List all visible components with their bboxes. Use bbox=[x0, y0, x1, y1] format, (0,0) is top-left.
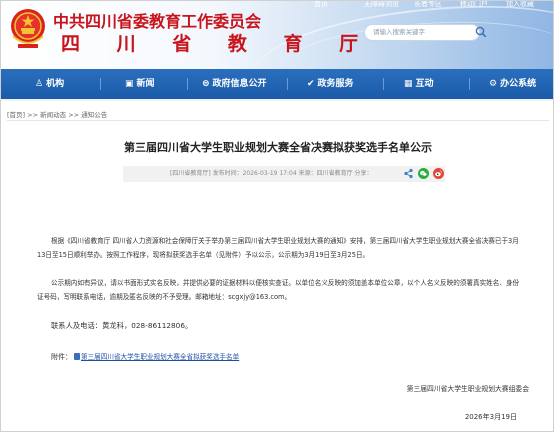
top-link-home[interactable]: 首页 bbox=[314, 1, 328, 9]
breadcrumb-notice[interactable]: 通知公告 bbox=[81, 111, 107, 119]
nav-item-label: 互动 bbox=[415, 79, 434, 89]
article-meta: [四川省教育厅] 发布时间：2026-03-19 17:04 来源：四川省教育厅… bbox=[170, 170, 373, 177]
institution-icon: ♙ bbox=[35, 79, 44, 89]
nav-item-label: 机构 bbox=[46, 79, 65, 89]
office-system-icon: ⚙ bbox=[489, 79, 498, 89]
article-title: 第三届四川省大学生职业规划大赛全省决赛拟获奖选手名单公示 bbox=[124, 141, 432, 154]
share-icon[interactable] bbox=[403, 168, 414, 179]
government-info-icon: ⊜ bbox=[202, 79, 210, 89]
wechat-icon[interactable] bbox=[418, 168, 429, 179]
nav-divider-bar bbox=[1, 99, 553, 101]
article-paragraph: 根据《四川省教育厅 四川省人力资源和社会保障厅关于举办第三届四川省大学生职业规划… bbox=[37, 237, 519, 259]
nav-divider bbox=[100, 78, 101, 90]
search-input[interactable]: 请输入搜索关键字 bbox=[364, 24, 480, 41]
weibo-icon[interactable] bbox=[433, 168, 444, 179]
nav-item-label: 新闻 bbox=[136, 79, 155, 89]
nav-item-institution[interactable]: ♙ 机构 bbox=[35, 69, 64, 99]
breadcrumb-separator: >> bbox=[27, 111, 39, 119]
breadcrumb: [首页] >> 新闻动态 >> 通知公告 bbox=[7, 109, 107, 119]
search-button[interactable] bbox=[471, 24, 491, 41]
nav-item-label: 办公系统 bbox=[500, 79, 537, 89]
breadcrumb-separator: >> bbox=[68, 111, 80, 119]
nav-divider bbox=[187, 78, 188, 90]
breadcrumb-home[interactable]: [首页] bbox=[7, 111, 25, 119]
nav-divider bbox=[383, 78, 384, 90]
top-link-favorite[interactable]: 加入收藏 bbox=[506, 1, 534, 9]
nav-item-label: 政务服务 bbox=[317, 79, 354, 89]
nav-divider bbox=[287, 78, 288, 90]
top-link-mobile[interactable]: 移动门户 bbox=[460, 1, 488, 9]
news-icon: ▣ bbox=[125, 79, 134, 89]
document-icon bbox=[74, 353, 80, 360]
article-paragraph: 公示期内如有异议，请以书面形式实名反映，并提供必要的证据材料以便核实查证。以单位… bbox=[37, 279, 520, 301]
nav-item-service[interactable]: ✔ 政务服务 bbox=[307, 69, 354, 99]
nav-divider bbox=[469, 78, 470, 90]
article-meta-bar: [四川省教育厅] 发布时间：2026-03-19 17:04 来源：四川省教育厅… bbox=[123, 166, 445, 182]
search-icon bbox=[475, 26, 487, 38]
breadcrumb-news[interactable]: 新闻动态 bbox=[40, 111, 66, 119]
site-subname: 四 川 省 教 育 厅 bbox=[61, 33, 374, 55]
top-link-elder[interactable]: 长者专区 bbox=[414, 1, 442, 9]
interaction-icon: ▦ bbox=[404, 79, 413, 89]
nav-item-news[interactable]: ▣ 新闻 bbox=[125, 69, 155, 99]
article-date: 2026年3月19日 bbox=[464, 413, 517, 421]
attachment: 附件： 第三届四川省大学生职业规划大赛全省拟获奖选手名单 bbox=[51, 351, 239, 362]
browser-page: 中共四川省委教育工作委员会 四 川 省 教 育 厅 首页 无障碍浏览 长者专区 … bbox=[0, 0, 554, 432]
article-signature: 第三届四川省大学生职业规划大赛组委会 bbox=[406, 385, 529, 393]
breadcrumb-divider bbox=[7, 120, 549, 121]
service-icon: ✔ bbox=[307, 79, 315, 89]
top-link-accessibility[interactable]: 无障碍浏览 bbox=[364, 1, 399, 9]
nav-item-office-system[interactable]: ⚙ 办公系统 bbox=[489, 69, 536, 99]
main-nav: ♙ 机构 ▣ 新闻 ⊜ 政府信息公开 ✔ 政务服务 ▦ 互动 ⚙ 办公系统 bbox=[1, 69, 553, 99]
contact-info: 联系人及电话：黄龙科，028-86112806。 bbox=[51, 321, 193, 330]
header-banner: 中共四川省委教育工作委员会 四 川 省 教 育 厅 首页 无障碍浏览 长者专区 … bbox=[1, 1, 553, 69]
national-emblem-icon bbox=[9, 6, 47, 52]
nav-item-label: 政府信息公开 bbox=[212, 79, 267, 89]
attachment-label: 附件： bbox=[51, 353, 72, 361]
attachment-link[interactable]: 第三届四川省大学生职业规划大赛全省拟获奖选手名单 bbox=[81, 353, 239, 361]
nav-item-government-info[interactable]: ⊜ 政府信息公开 bbox=[202, 69, 267, 99]
top-links: 首页 无障碍浏览 长者专区 移动门户 加入收藏 bbox=[306, 1, 553, 11]
nav-item-interaction[interactable]: ▦ 互动 bbox=[404, 69, 434, 99]
